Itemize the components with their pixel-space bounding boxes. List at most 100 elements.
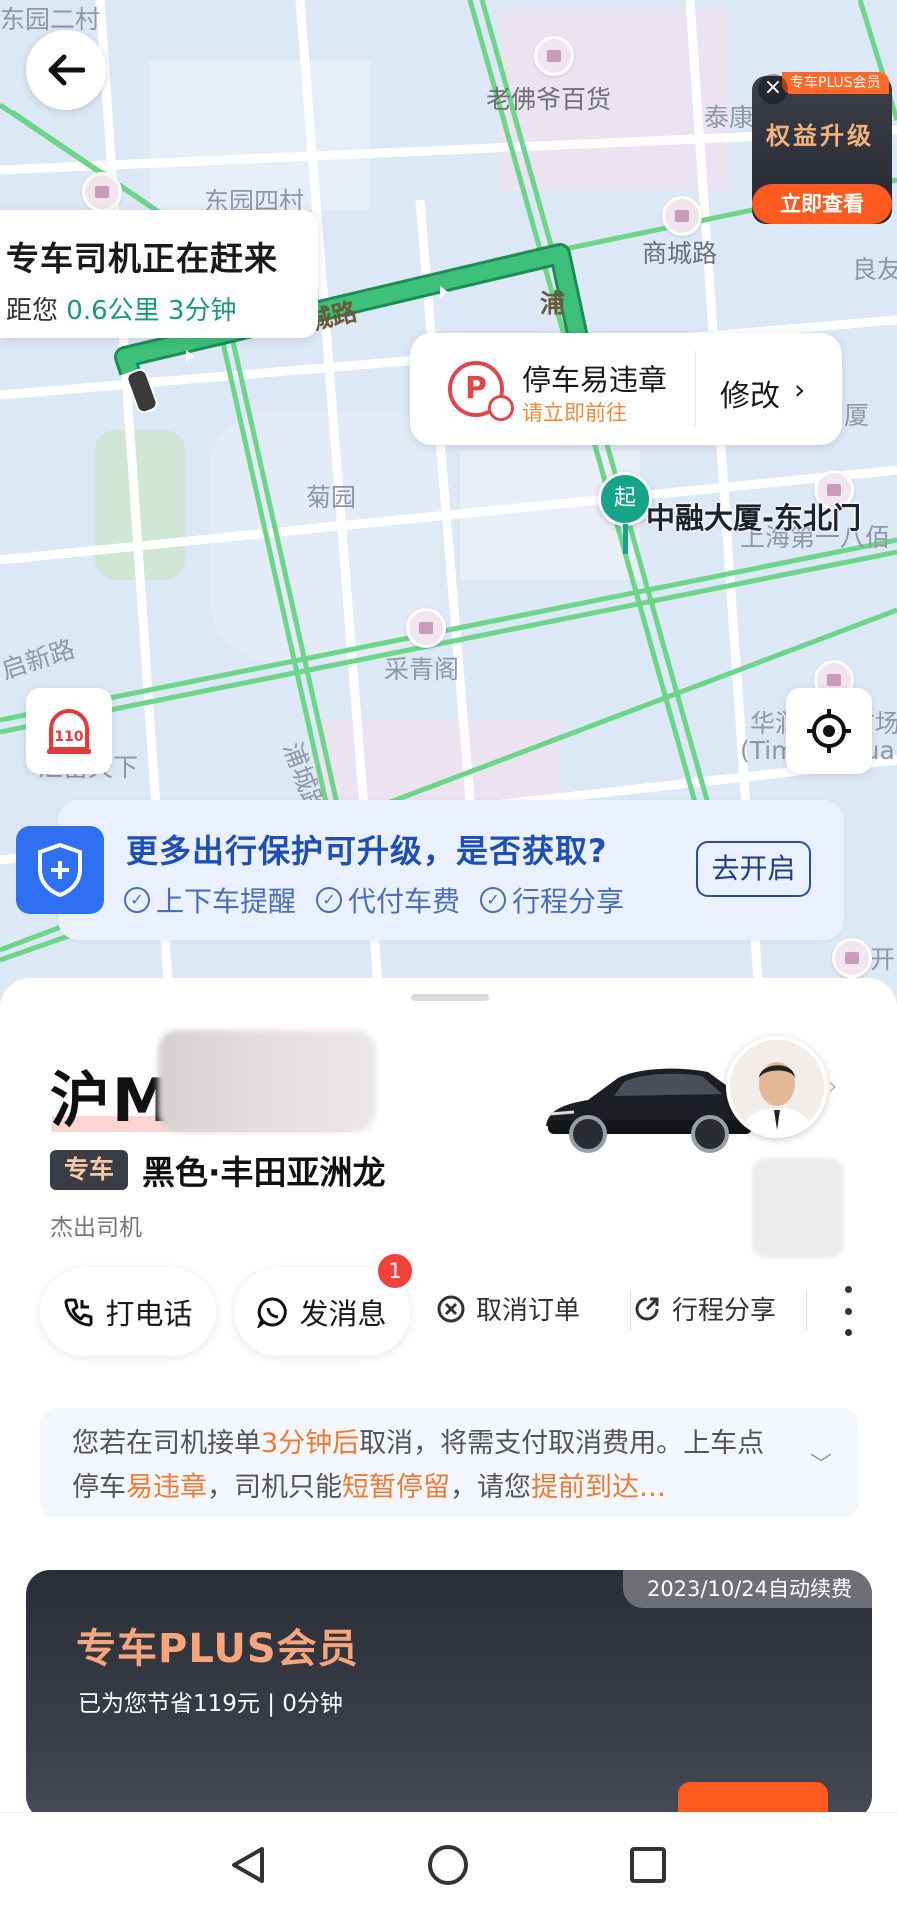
plus-promo-widget[interactable]: 权益升级 专车PLUS会员 × 立即查看 (752, 72, 892, 224)
map-label: 东园二村 (0, 5, 101, 34)
locate-icon (807, 709, 851, 753)
distance-prefix: 距您 (6, 296, 59, 326)
pickup-location-label: 中融大厦-东北门 (646, 501, 862, 535)
map-label: 商城路 (642, 239, 718, 268)
check-icon: ✓ (124, 887, 150, 913)
enable-protection-button[interactable]: 去开启 (696, 841, 811, 897)
map-label: 菊园 (306, 483, 357, 512)
protection-title: 更多出行保护可升级，是否获取? (126, 832, 608, 870)
cancel-order-button[interactable]: 取消订单 (436, 1290, 580, 1327)
modify-pickup-button[interactable]: 修改 (720, 371, 780, 415)
share-trip-button[interactable]: 行程分享 (632, 1290, 776, 1327)
car-class-badge: 专车 (50, 1150, 128, 1190)
driver-photo (730, 1040, 824, 1134)
driver-title: 杰出司机 (50, 1215, 142, 1241)
police-110-button[interactable]: 110 (26, 688, 112, 774)
share-label: 行程分享 (672, 1296, 777, 1326)
map-label: 厦 (844, 401, 870, 430)
divider (695, 351, 696, 427)
distance-value: 0.6公里 (66, 296, 160, 326)
share-icon (635, 1297, 659, 1320)
driver-status-title: 专车司机正在赶来 (6, 239, 278, 278)
protection-tag-label: 代付车费 (348, 885, 461, 918)
map-label: 浦 (540, 289, 566, 318)
nav-home-icon[interactable] (428, 1845, 468, 1885)
metro-station-icon[interactable] (662, 196, 702, 236)
check-icon: ✓ (480, 887, 507, 913)
call-driver-button[interactable]: 打电话 (40, 1268, 216, 1356)
cancel-label: 取消订单 (476, 1296, 581, 1326)
shield-icon (16, 826, 104, 914)
message-label: 发消息 (299, 1297, 387, 1331)
protection-tag: ✓ 代付车费 (316, 880, 460, 920)
plus-promo-cta-button[interactable]: 立即查看 (752, 184, 892, 224)
arrow-left-icon (48, 54, 85, 86)
protection-tag: ✓ 上下车提醒 (124, 880, 296, 920)
map-label: 开 (870, 945, 896, 974)
driver-status-card: 专车司机正在赶来 距您 0.6公里 3分钟 (0, 210, 318, 338)
notice-highlight: 3分钟后 (261, 1428, 360, 1459)
plus-card-savings: 已为您节省119元 | 0分钟 (78, 1691, 343, 1717)
locate-me-button[interactable] (786, 688, 872, 774)
system-nav-bar (0, 1812, 897, 1920)
eta-value: 3分钟 (167, 296, 237, 326)
close-icon[interactable]: × (758, 74, 788, 104)
more-options-icon[interactable] (838, 1286, 858, 1336)
auto-renew-badge: 2023/10/24自动续费 (622, 1570, 872, 1608)
protection-tag-label: 上下车提醒 (156, 885, 297, 918)
action-row: 打电话 发消息 1 取消订单 行程分享 (40, 1252, 880, 1358)
call-label: 打电话 (105, 1297, 193, 1331)
plus-card-title: 专车PLUS会员 (76, 1626, 359, 1672)
unread-badge: 1 (376, 1252, 414, 1290)
notice-text: 您若在司机接单 (72, 1428, 261, 1459)
driver-avatar[interactable] (726, 1036, 828, 1138)
map-label: 采青阁 (384, 655, 460, 684)
parking-subtitle: 请立即前往 (522, 401, 627, 425)
phone-icon (64, 1298, 93, 1327)
nav-recents-icon[interactable] (630, 1847, 666, 1883)
car-info: 专车 黑色·丰田亚洲龙 (50, 1146, 386, 1194)
clock-icon (488, 395, 514, 421)
notice-highlight: 易违章 (126, 1472, 207, 1503)
map-label: 老佛爷百货 (486, 85, 612, 114)
poi-marker[interactable] (832, 938, 872, 978)
protection-tags: ✓ 上下车提醒 ✓ 代付车费 ✓ 行程分享 (124, 880, 624, 920)
car-image (546, 1068, 753, 1153)
plus-promo-title: 权益升级 (766, 122, 874, 150)
chat-icon (257, 1297, 288, 1328)
chevron-right-icon: › (794, 373, 806, 406)
plus-promo-tag: 专车PLUS会员 (782, 72, 889, 94)
poi-marker[interactable] (82, 172, 122, 212)
siren-icon: 110 (47, 709, 91, 754)
plus-membership-card[interactable]: 2023/10/24自动续费 专车PLUS会员 已为您节省119元 | 0分钟 (26, 1570, 872, 1820)
notice-text: ，请您 (450, 1472, 531, 1503)
car-description: 黑色·丰田亚洲龙 (142, 1153, 386, 1192)
protection-tag-label: 行程分享 (512, 885, 625, 918)
parking-title: 停车易违章 (522, 363, 668, 397)
map-label: 泰康 (704, 103, 755, 132)
plate-redacted (158, 1030, 376, 1132)
back-button[interactable] (26, 30, 106, 110)
notice-highlight: 提前到达… (531, 1472, 666, 1503)
check-icon: ✓ (316, 887, 343, 913)
poi-marker[interactable] (406, 608, 446, 648)
notice-text: ，司机只能 (207, 1472, 342, 1503)
chevron-right-icon: › (828, 1072, 838, 1100)
trip-bottom-sheet[interactable]: 沪M 专车 黑色·丰田亚洲龙 杰出司机 › 打电话 发消息 1 取消订单 行程分… (0, 978, 897, 1823)
map-label: 良友 (852, 255, 897, 284)
chevron-down-icon[interactable]: ﹀ (810, 1444, 832, 1488)
cancel-fee-notice[interactable]: 您若在司机接单3分钟后取消，将需支付取消费用。上车点停车易违章，司机只能短暂停留… (40, 1408, 858, 1518)
cancel-icon (437, 1295, 465, 1322)
pickup-pin-stem (623, 524, 628, 554)
pickup-pin[interactable]: 起 (598, 472, 652, 526)
protection-tag: ✓ 行程分享 (480, 880, 624, 920)
driver-distance: 距您 0.6公里 3分钟 (6, 290, 318, 327)
redacted-area (752, 1158, 844, 1258)
parking-warning-card[interactable]: P 停车易违章 请立即前往 修改 › (410, 333, 842, 445)
nav-back-icon[interactable] (230, 1845, 266, 1885)
notice-highlight: 短暂停留 (342, 1472, 450, 1503)
police-110-text: 110 (54, 729, 83, 745)
poi-marker[interactable] (534, 36, 574, 76)
drag-handle[interactable] (411, 994, 489, 1001)
license-plate: 沪M (50, 1066, 174, 1136)
